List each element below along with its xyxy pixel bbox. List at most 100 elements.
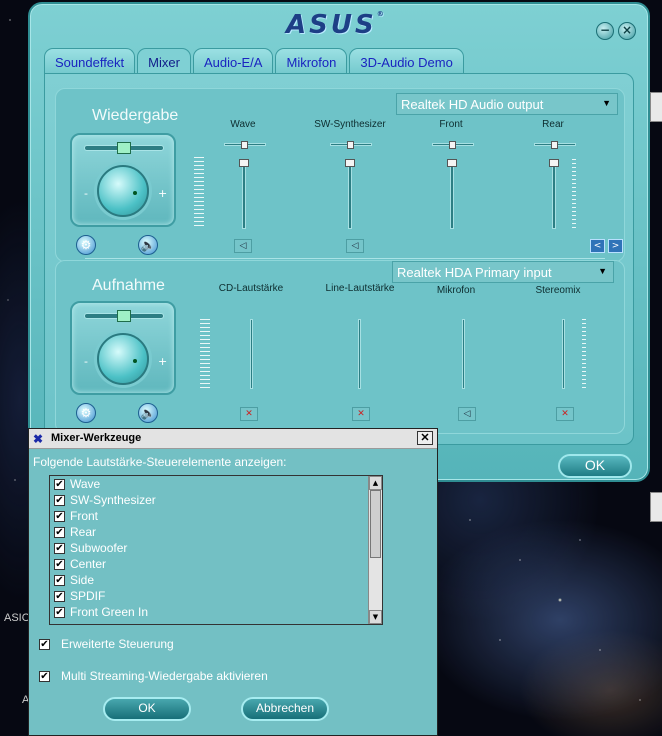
- checkbox[interactable]: ✔: [54, 590, 65, 602]
- knob-indicator: [133, 191, 137, 195]
- list-item-label: Subwoofer: [70, 541, 128, 555]
- minus-label: -: [84, 187, 88, 200]
- volume-thumb-front[interactable]: [447, 159, 457, 167]
- desktop-icon[interactable]: [650, 492, 662, 522]
- balance-thumb-sw-synthesizer[interactable]: [347, 141, 354, 149]
- list-item-wave[interactable]: ✔ Wave: [50, 476, 382, 492]
- advanced-control-label: Erweiterte Steuerung: [61, 637, 174, 651]
- checkbox[interactable]: ✔: [54, 494, 65, 506]
- dialog-title: Mixer-Werkzeuge: [51, 432, 142, 444]
- playback-balance-slider[interactable]: [84, 142, 164, 154]
- scroll-thumb[interactable]: [370, 490, 381, 558]
- balance-thumb[interactable]: [117, 310, 131, 322]
- playback-section: Wiedergabe Realtek HD Audio output ▼ - +…: [55, 88, 625, 262]
- checkbox[interactable]: ✔: [54, 526, 65, 538]
- checkbox[interactable]: ✔: [54, 510, 65, 522]
- volume-thumb-sw-synthesizer[interactable]: [345, 159, 355, 167]
- dialog-close-button[interactable]: ✕: [417, 431, 433, 445]
- volume-slider-mikrofon[interactable]: [462, 319, 465, 389]
- minus-label: -: [84, 355, 88, 368]
- list-item-subwoofer[interactable]: ✔ Subwoofer: [50, 540, 382, 556]
- volume-thumb-rear[interactable]: [549, 159, 559, 167]
- checkbox[interactable]: ✔: [39, 638, 50, 650]
- tab-mikrofon[interactable]: Mikrofon: [275, 48, 348, 74]
- list-scrollbar[interactable]: ▲ ▼: [368, 476, 382, 624]
- list-item-spdif[interactable]: ✔ SPDIF: [50, 588, 382, 604]
- dialog-cancel-button[interactable]: Abbrechen: [241, 697, 329, 721]
- dialog-ok-button[interactable]: OK: [103, 697, 191, 721]
- controls-list: ✔ Wave ✔ SW-Synthesizer ✔ Front ✔ Rear ✔ Subw…: [49, 475, 383, 625]
- desktop-icon-label[interactable]: ASIO: [4, 612, 30, 624]
- scroll-up-icon[interactable]: ▲: [369, 476, 382, 490]
- level-ticks: [572, 159, 576, 229]
- playback-volume-knob[interactable]: [97, 165, 149, 217]
- scroll-down-icon[interactable]: ▼: [369, 610, 382, 624]
- list-item-side[interactable]: ✔ Side: [50, 572, 382, 588]
- settings-icon[interactable]: ⚙: [76, 403, 96, 423]
- mixer-tools-dialog: ✖ Mixer-Werkzeuge ✕ Folgende Lautstärke-…: [28, 428, 438, 736]
- mute-button-wave[interactable]: ◁: [234, 239, 252, 253]
- speaker-icon[interactable]: 🔈: [138, 403, 158, 423]
- list-item-front-green-in[interactable]: ✔ Front Green In: [50, 604, 382, 620]
- tab-mixer[interactable]: Mixer: [137, 48, 191, 74]
- ok-button[interactable]: OK: [558, 454, 632, 478]
- level-ticks: [194, 157, 204, 227]
- balance-thumb-wave[interactable]: [241, 141, 248, 149]
- settings-icon[interactable]: ⚙: [76, 235, 96, 255]
- tab-audio-ea[interactable]: Audio-E/A: [192, 48, 274, 74]
- list-item-front[interactable]: ✔ Front: [50, 508, 382, 524]
- playback-device-value: Realtek HD Audio output: [401, 97, 544, 112]
- desktop-icon[interactable]: [650, 92, 662, 122]
- mute-button-line[interactable]: ✕: [352, 407, 370, 421]
- section-divider: [85, 258, 605, 259]
- volume-slider-cd[interactable]: [250, 319, 253, 389]
- tab-soundeffekt[interactable]: Soundeffekt: [44, 48, 136, 74]
- tab-3d-audio-demo[interactable]: 3D-Audio Demo: [349, 48, 464, 74]
- volume-slider-stereomix[interactable]: [562, 319, 565, 389]
- playback-device-select[interactable]: Realtek HD Audio output ▼: [396, 93, 618, 115]
- checkbox[interactable]: ✔: [54, 606, 65, 618]
- channel-label-rear: Rear: [542, 119, 564, 130]
- checkbox[interactable]: ✔: [54, 478, 65, 490]
- playback-title: Wiedergabe: [92, 107, 179, 124]
- level-ticks: [582, 319, 586, 389]
- tab-bar: Soundeffekt Mixer Audio-E/A Mikrofon 3D-…: [44, 48, 466, 74]
- list-item-sw-synthesizer[interactable]: ✔ SW-Synthesizer: [50, 492, 382, 508]
- mute-button-sw-synthesizer[interactable]: ◁: [346, 239, 364, 253]
- advanced-control-option[interactable]: ✔ Erweiterte Steuerung: [39, 637, 174, 651]
- volume-slider-line[interactable]: [358, 319, 361, 389]
- volume-slider-wave[interactable]: [242, 159, 246, 229]
- multistream-option[interactable]: ✔ Multi Streaming-Wiedergabe aktivieren: [39, 669, 268, 683]
- level-ticks: [200, 319, 210, 389]
- volume-thumb-wave[interactable]: [239, 159, 249, 167]
- recording-volume-knob[interactable]: [97, 333, 149, 385]
- minimize-button[interactable]: −: [596, 22, 614, 40]
- mute-button-mikrofon[interactable]: ◁: [458, 407, 476, 421]
- volume-slider-sw-synthesizer[interactable]: [348, 159, 352, 229]
- channel-label-cd: CD-Lautstärke: [218, 283, 284, 294]
- mute-button-stereomix[interactable]: ✕: [556, 407, 574, 421]
- dialog-prompt: Folgende Lautstärke-Steuerelemente anzei…: [33, 455, 287, 469]
- recording-device-value: Realtek HDA Primary input: [397, 265, 552, 280]
- balance-thumb-rear[interactable]: [551, 141, 558, 149]
- checkbox[interactable]: ✔: [39, 670, 50, 682]
- channel-label-front: Front: [439, 119, 463, 130]
- volume-slider-rear[interactable]: [552, 159, 556, 229]
- speaker-icon[interactable]: 🔈: [138, 235, 158, 255]
- prev-channels-button[interactable]: <: [590, 239, 605, 253]
- list-item-center[interactable]: ✔ Center: [50, 556, 382, 572]
- list-item-label: Wave: [70, 477, 101, 491]
- checkbox[interactable]: ✔: [54, 558, 65, 570]
- recording-balance-slider[interactable]: [84, 310, 164, 322]
- recording-device-select[interactable]: Realtek HDA Primary input ▼: [392, 261, 614, 283]
- next-channels-button[interactable]: >: [608, 239, 623, 253]
- list-item-rear[interactable]: ✔ Rear: [50, 524, 382, 540]
- close-button[interactable]: ×: [618, 22, 636, 40]
- balance-thumb[interactable]: [117, 142, 131, 154]
- checkbox[interactable]: ✔: [54, 542, 65, 554]
- balance-thumb-front[interactable]: [449, 141, 456, 149]
- dialog-titlebar[interactable]: ✖ Mixer-Werkzeuge ✕: [29, 429, 437, 449]
- mute-button-cd[interactable]: ✕: [240, 407, 258, 421]
- volume-slider-front[interactable]: [450, 159, 454, 229]
- checkbox[interactable]: ✔: [54, 574, 65, 586]
